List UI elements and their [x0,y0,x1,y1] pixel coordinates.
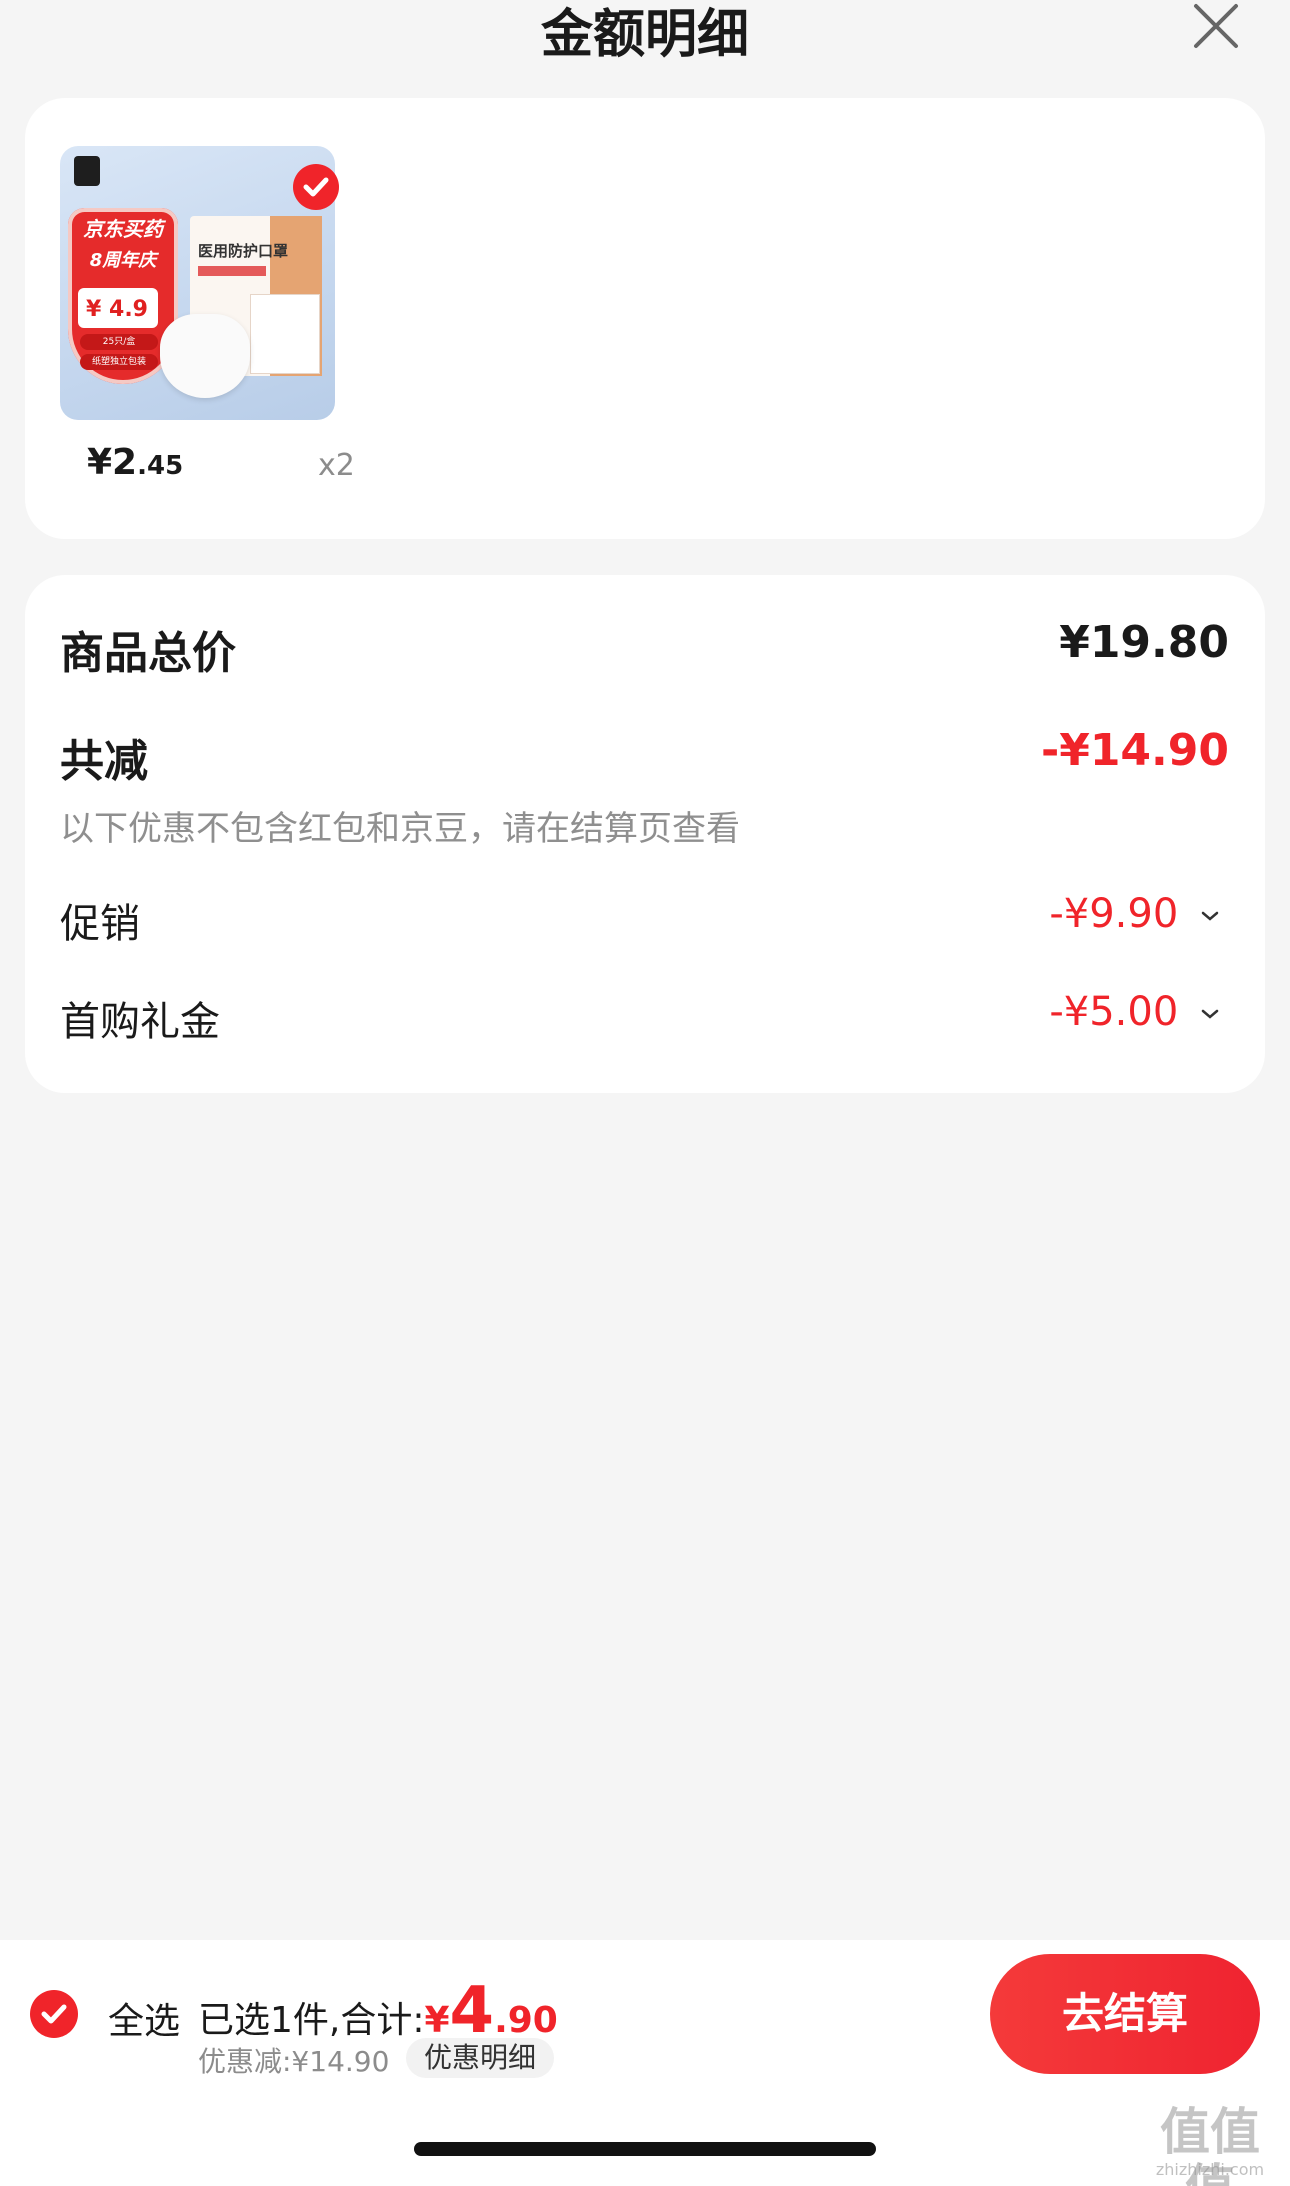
promo-price: ¥ 4.9 [78,288,158,328]
promo-value[interactable]: -¥9.90 [1049,891,1219,937]
item-selected-check-icon[interactable] [293,164,339,210]
discount-note: 以下优惠不包含红包和京豆，请在结算页查看 [60,809,740,849]
item-price: ¥2.45 [87,442,184,483]
promo-line-2: 纸塑独立包装 [80,354,158,370]
discount-summary: 优惠减:¥14.90 [198,2045,390,2078]
chevron-down-icon [1201,911,1219,921]
box-title: 医用防护口罩 [198,242,289,260]
amount-detail-card: 商品总价 ¥19.80 共减 -¥14.90 以下优惠不包含红包和京豆，请在结算… [25,575,1265,1093]
promo-label: 促销 [60,901,140,947]
mask-image [160,314,250,398]
close-icon[interactable] [1186,0,1246,56]
brand-logo-icon [74,156,100,186]
item-quantity: x2 [318,448,355,483]
checkout-button[interactable]: 去结算 [990,1954,1260,2074]
first-order-gift-label: 首购礼金 [60,999,220,1045]
total-price: ¥4.90 [424,1974,558,2048]
select-all-label[interactable]: 全选 [108,1992,180,2044]
first-order-gift-value[interactable]: -¥5.00 [1049,989,1219,1035]
product-card: 京东买药 8周年庆 ¥ 4.9 25只/盒 纸塑独立包装 医用防护口罩 ¥2.4… [25,98,1265,539]
reduce-label: 共减 [60,736,148,787]
promo-event: 8周年庆 [89,250,157,271]
total-label: 商品总价 [60,628,236,679]
home-indicator[interactable] [414,2142,876,2156]
selection-summary: 已选1件,合计:¥4.90 [198,1974,558,2048]
discount-detail-button[interactable]: 优惠明细 [406,2038,555,2078]
promo-line-1: 25只/盒 [80,334,158,350]
promo-brand: 京东买药 [83,217,163,241]
sheet-header: 金额明细 [0,0,1290,90]
page-title: 金额明细 [540,5,749,65]
select-all-check-icon[interactable] [30,1990,78,2038]
watermark-site: zhizhizhi.com [1155,2160,1265,2179]
chevron-down-icon [1201,1009,1219,1019]
reduce-value: -¥14.90 [1040,725,1229,776]
total-value: ¥19.80 [1059,617,1229,668]
